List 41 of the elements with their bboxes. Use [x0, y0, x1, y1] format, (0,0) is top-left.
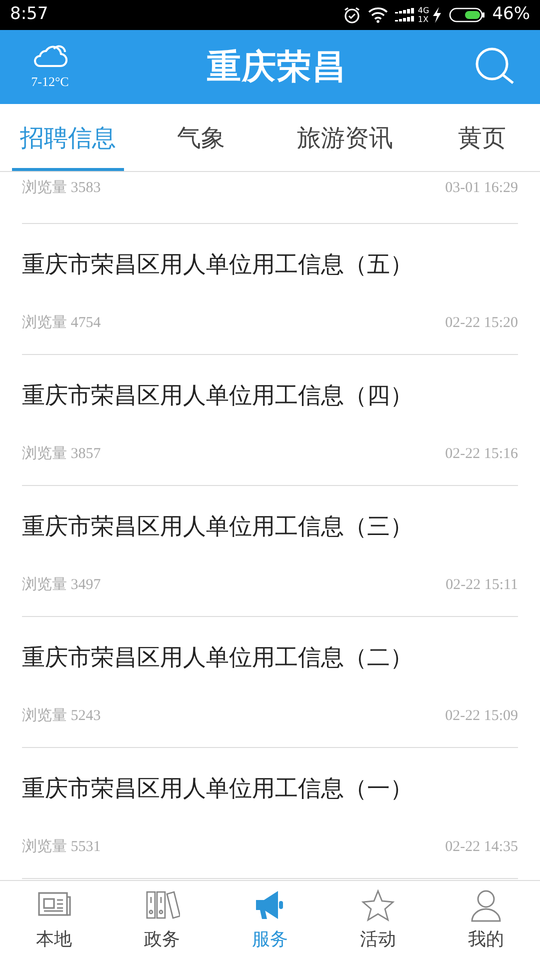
alarm-icon [342, 6, 361, 24]
article-title: 重庆市荣昌区用人单位用工信息（三） [22, 513, 414, 542]
network-label: 4G [418, 6, 430, 15]
wifi-icon [368, 7, 388, 23]
article-item[interactable]: 重庆市荣昌区用人单位用工信息（四） 浏览量 3857 02-22 15:16 [22, 355, 518, 486]
publish-date: 02-22 15:20 [445, 314, 518, 332]
app-title: 重庆荣昌 [207, 46, 347, 88]
publish-date: 02-22 15:09 [445, 706, 518, 726]
temperature-range: 7-12°C [31, 73, 69, 92]
view-count: 浏览量 5531 [22, 838, 101, 856]
battery-percent: 46% [492, 3, 530, 26]
publish-date: 02-22 15:16 [445, 444, 518, 464]
publish-date: 02-22 15:11 [446, 576, 518, 594]
category-tab[interactable]: 黄页 [424, 104, 540, 171]
signal-icon [394, 7, 415, 23]
article-item[interactable]: 重庆市荣昌区用人单位用工信息（二） 浏览量 5243 02-22 15:09 [22, 617, 518, 748]
nav-tab[interactable]: 政务 [108, 881, 216, 960]
battery-icon [449, 7, 486, 23]
view-count: 浏览量 3497 [22, 576, 101, 594]
view-count: 浏览量 5243 [22, 706, 101, 726]
article-title: 重庆市荣昌区用人单位用工信息（五） [22, 251, 414, 280]
article-item[interactable]: 重庆市荣昌区用人单位用工信息（五） 浏览量 4754 02-22 15:20 [22, 224, 518, 355]
publish-date: 03-01 16:29 [445, 179, 518, 198]
view-count: 浏览量 3857 [22, 444, 101, 464]
article-item[interactable]: 重庆市荣昌区用人单位用工信息（一） 浏览量 5531 02-22 14:35 [22, 748, 518, 879]
publish-date: 02-22 14:35 [445, 838, 518, 856]
network-label: 1X [418, 15, 430, 24]
nav-tab[interactable]: 活动 [324, 881, 432, 960]
nav-tab[interactable]: 本地 [0, 881, 108, 960]
article-title: 重庆市荣昌区用人单位用工信息（一） [22, 775, 414, 804]
view-count: 浏览量 3583 [22, 178, 101, 198]
view-count: 浏览量 4754 [22, 314, 101, 332]
category-tab[interactable]: 气象 [136, 104, 266, 171]
nav-tab[interactable]: 我的 [432, 881, 540, 960]
article-title: 重庆市荣昌区用人单位用工信息（二） [22, 644, 414, 673]
star-icon [360, 888, 396, 924]
category-tab[interactable]: 旅游资讯 [266, 104, 424, 171]
clock-time: 8:57 [10, 3, 48, 26]
article-item[interactable]: 重庆市荣昌区用人单位用工信息（三） 浏览量 3497 02-22 15:11 [22, 486, 518, 617]
article-title: 重庆市荣昌区用人单位用工信息（四） [22, 382, 414, 411]
charging-icon [432, 7, 442, 23]
